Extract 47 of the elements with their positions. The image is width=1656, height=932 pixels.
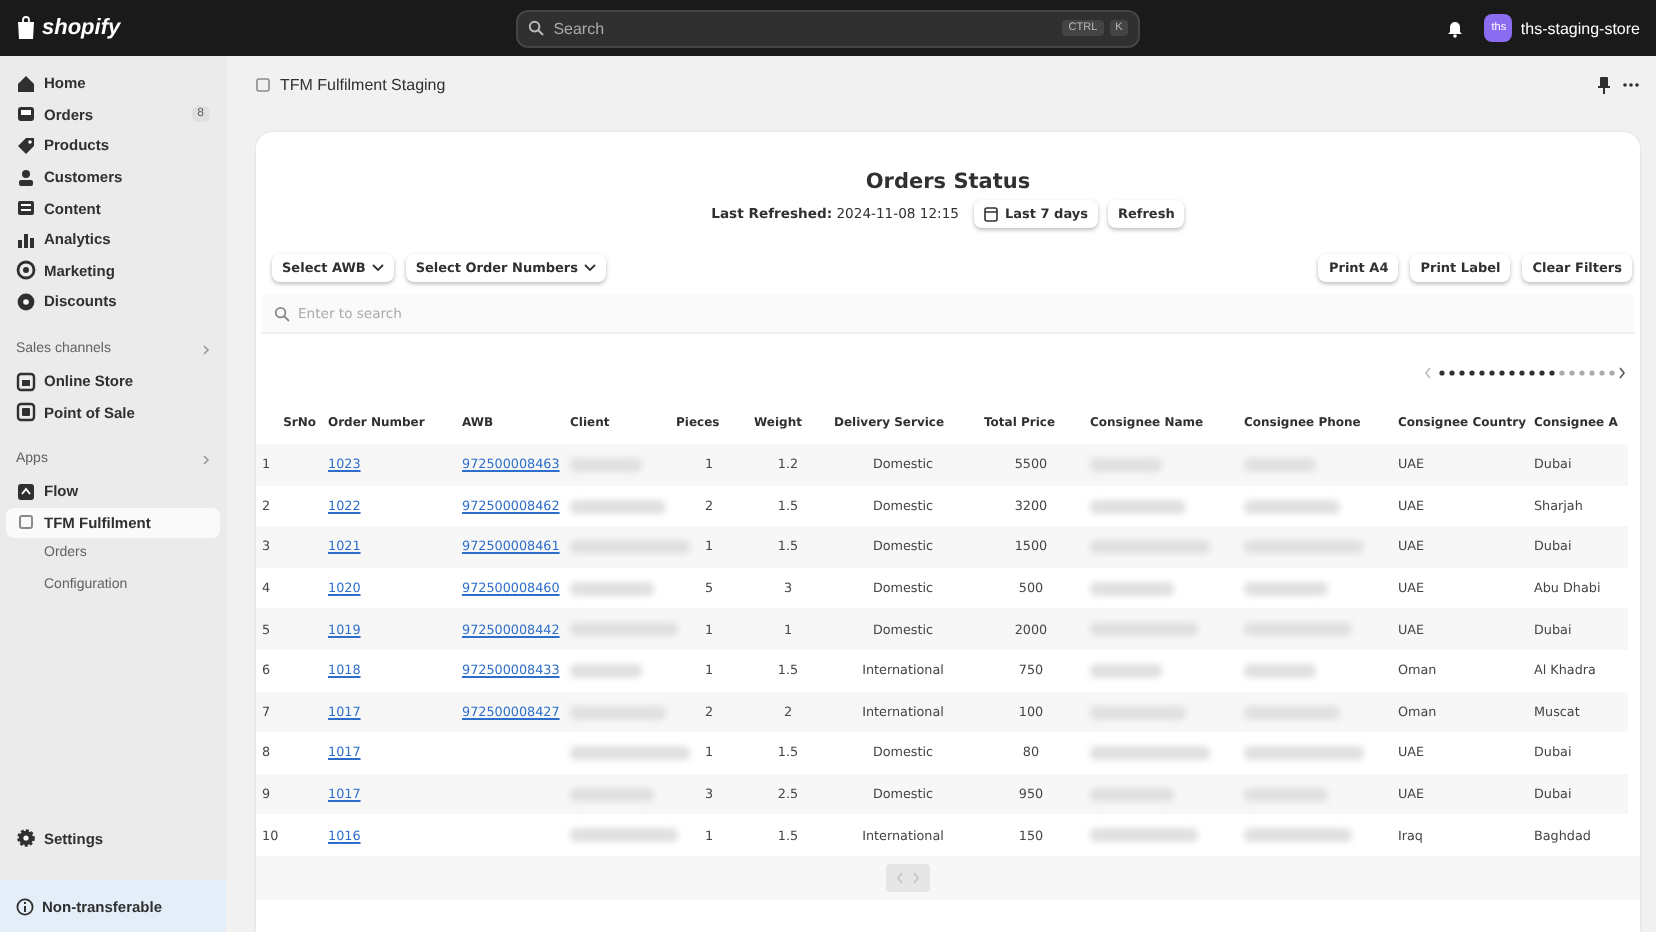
search-icon <box>527 20 544 36</box>
calendar-icon <box>984 206 999 222</box>
redacted-text <box>1090 828 1198 843</box>
storefront-icon <box>16 371 36 392</box>
redacted-text <box>1244 664 1316 679</box>
tag-icon <box>16 135 36 156</box>
app-tile-icon <box>256 77 270 91</box>
chevron-down-icon <box>371 264 384 272</box>
search-icon <box>274 305 290 321</box>
app-tile-icon <box>16 481 36 502</box>
more-icon[interactable] <box>1622 81 1640 87</box>
gear-icon <box>16 828 36 849</box>
redacted-text <box>1090 499 1186 514</box>
person-icon <box>16 167 36 188</box>
redacted-text <box>570 828 678 843</box>
redacted-text <box>570 664 642 679</box>
pin-icon[interactable] <box>1598 75 1610 93</box>
target-icon <box>16 260 36 281</box>
register-icon <box>16 402 36 423</box>
redacted-text <box>570 581 654 596</box>
badge-icon <box>16 291 36 312</box>
info-icon <box>16 897 34 915</box>
redacted-text <box>1244 499 1340 514</box>
bell-icon <box>1446 18 1465 38</box>
logo-text: shopify <box>42 16 121 40</box>
document-icon <box>16 198 36 219</box>
redacted-text <box>1090 581 1174 596</box>
card-title: Orders Status <box>865 170 1031 194</box>
redacted-text <box>1244 746 1364 761</box>
search-placeholder: Search <box>553 19 607 37</box>
house-icon <box>16 73 36 94</box>
shopping-bag-icon <box>16 16 36 40</box>
redacted-text <box>570 499 666 514</box>
page-dots-icon[interactable] <box>1424 366 1628 380</box>
redacted-text <box>1090 664 1162 679</box>
chevron-down-icon <box>584 264 596 272</box>
tray-icon <box>16 104 36 125</box>
chevron-right-icon <box>202 343 210 356</box>
app-tile-icon <box>16 512 36 533</box>
store-name[interactable]: ths-staging-store <box>1520 19 1640 37</box>
page-title: TFM Fulfilment Staging <box>280 75 446 93</box>
bar-chart-icon <box>16 229 36 250</box>
redacted-text <box>1090 746 1210 761</box>
redacted-text <box>1244 828 1352 843</box>
chevron-right-icon <box>202 453 210 466</box>
redacted-text <box>570 746 690 761</box>
redacted-text <box>1244 581 1328 596</box>
